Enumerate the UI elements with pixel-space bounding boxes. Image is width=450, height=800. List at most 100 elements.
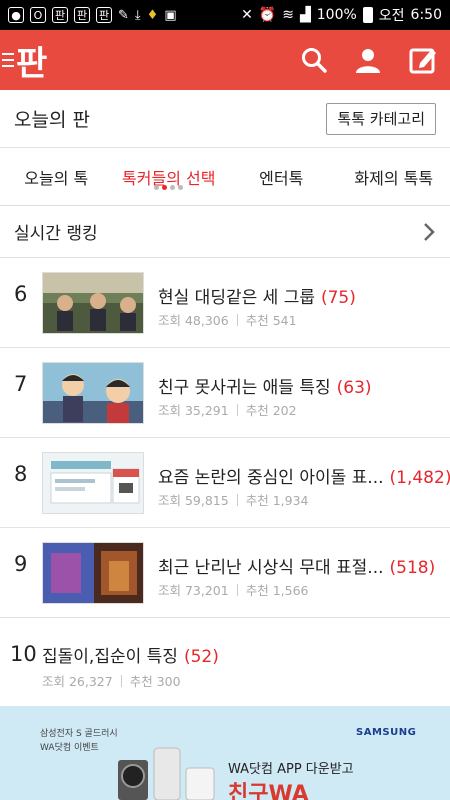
- app-logo: 판: [16, 43, 47, 84]
- system-icons: ✕ ⏰ ≋ ▟ 100% 오전 6:50: [241, 5, 442, 25]
- pan-icon: 판: [96, 7, 112, 23]
- recommend-count: 추천 541: [245, 313, 297, 328]
- pan-icon: 판: [74, 7, 90, 23]
- ad-banner[interactable]: 삼성전자 S 골드러시 WA닷컴 이벤트 SAMSUNG WA닷컴 APP 다운…: [0, 706, 450, 800]
- item-title-text: 집돌이,집순이 특징: [42, 647, 178, 667]
- view-count: 조회 73,201: [158, 583, 229, 598]
- item-title: 친구 못사귀는 애들 특징 (63): [158, 373, 372, 398]
- comment-count: (75): [320, 288, 356, 308]
- rank-number: 7: [14, 372, 28, 396]
- recommend-count: 추천 300: [129, 674, 181, 689]
- rank-number: 6: [14, 282, 28, 306]
- ribbon-icon: ♦: [146, 7, 159, 23]
- ad-title: 친구WA: [228, 782, 309, 800]
- page-dot: [154, 185, 160, 190]
- page-dot-active: [162, 185, 168, 190]
- compose-icon: [409, 48, 436, 74]
- item-title: 요즘 논란의 중심인 아이돌 표... (1,482): [158, 463, 450, 488]
- thumbnail-image: [42, 452, 144, 514]
- ranking-item[interactable]: 9 최근 난리난 시상식 무대 표절... (518) 조회 73,201 추천 1…: [0, 528, 450, 618]
- status-bar: ● O 판 판 판 ✎ ⤓ ♦ ▣ ✕ ⏰ ≋ ▟ 100% 오전 6:50: [0, 0, 450, 30]
- clock: 6:50: [410, 7, 442, 23]
- item-meta: 조회 73,201 추천 1,566: [158, 580, 308, 599]
- alarm-icon: ⏰: [258, 7, 277, 23]
- page-dot: [178, 185, 184, 190]
- ranking-title: 실시간 랭킹: [14, 224, 98, 244]
- comment-count: (63): [336, 378, 372, 398]
- o-icon: O: [30, 7, 46, 23]
- view-count: 조회 59,815: [158, 493, 229, 508]
- tab-label: 엔터톡: [259, 168, 304, 188]
- app-notification-icon: ●: [8, 7, 24, 23]
- product-image: [118, 747, 215, 800]
- search-button[interactable]: [300, 46, 328, 74]
- item-title: 집돌이,집순이 특징 (52): [42, 642, 219, 667]
- ranking-item[interactable]: 6 현실 대딩같은 세 그룹 (75) 조회 48,306 추천 541: [0, 258, 450, 348]
- item-meta: 조회 48,306 추천 541: [158, 310, 297, 329]
- menu-icon: [2, 53, 14, 67]
- ad-headline: WA닷컴 APP 다운받고: [228, 762, 354, 777]
- item-meta: 조회 35,291 추천 202: [158, 400, 297, 419]
- view-count: 조회 35,291: [158, 403, 229, 418]
- download-icon: ⤓: [134, 7, 141, 23]
- item-title: 최근 난리난 시상식 무대 표절... (518): [158, 553, 435, 578]
- battery-icon: [362, 7, 373, 23]
- item-title: 현실 대딩같은 세 그룹 (75): [158, 283, 356, 308]
- wifi-icon: ≋: [282, 7, 294, 23]
- tab-label: 화제의 톡톡: [354, 168, 434, 188]
- write-button[interactable]: [408, 45, 438, 75]
- image-icon: ▣: [164, 7, 177, 23]
- tab-today-talk[interactable]: 오늘의 톡: [0, 148, 113, 205]
- menu-logo-button[interactable]: 판: [0, 30, 47, 90]
- samsung-logo: SAMSUNG: [356, 727, 417, 738]
- page-indicator: [154, 185, 184, 190]
- recommend-count: 추천 1,566: [245, 583, 309, 598]
- mute-icon: ✕: [241, 7, 253, 23]
- recommend-count: 추천 1,934: [245, 493, 309, 508]
- comment-count: (1,482): [389, 468, 450, 488]
- item-meta: 조회 59,815 추천 1,934: [158, 490, 308, 509]
- talk-category-button[interactable]: 톡톡 카테고리: [326, 102, 436, 135]
- ranking-item[interactable]: 8 요즘 논란의 중심인 아이돌 표... (1,482) 조회 59,815 추천…: [0, 438, 450, 528]
- rank-number: 10: [10, 642, 37, 666]
- realtime-ranking-header[interactable]: 실시간 랭킹: [0, 206, 450, 258]
- ranking-item[interactable]: 10 집돌이,집순이 특징 (52) 조회 26,327 추천 300: [0, 618, 450, 706]
- tab-enter-talk[interactable]: 엔터톡: [225, 148, 338, 205]
- rank-number: 9: [14, 552, 28, 576]
- battery-percent: 100%: [316, 7, 357, 23]
- item-title-text: 현실 대딩같은 세 그룹: [158, 288, 315, 308]
- tab-bar: 오늘의 톡 톡커들의 선택 엔터톡 화제의 톡톡: [0, 148, 450, 206]
- today-header: 오늘의 판 톡톡 카테고리: [0, 90, 450, 148]
- ampm: 오전: [378, 8, 405, 24]
- pan-icon: 판: [52, 7, 68, 23]
- item-meta: 조회 26,327 추천 300: [42, 671, 181, 690]
- thumbnail-image: [42, 362, 144, 424]
- rank-number: 8: [14, 462, 28, 486]
- search-icon: [302, 48, 327, 73]
- tab-talkers-choice[interactable]: 톡커들의 선택: [113, 148, 226, 205]
- chevron-right-icon: [424, 222, 435, 241]
- page-dot: [170, 185, 176, 190]
- recommend-count: 추천 202: [245, 403, 297, 418]
- profile-button[interactable]: [354, 46, 382, 74]
- user-icon: [356, 49, 380, 73]
- tab-label: 오늘의 톡: [24, 168, 89, 188]
- thumbnail-image: [42, 272, 144, 334]
- comment-count: (52): [183, 647, 219, 667]
- item-title-text: 친구 못사귀는 애들 특징: [158, 378, 331, 398]
- comment-count: (518): [389, 558, 436, 578]
- ad-event: WA닷컴 이벤트: [40, 743, 99, 753]
- broom-icon: ✎: [118, 7, 129, 23]
- notification-icons: ● O 판 판 판 ✎ ⤓ ♦ ▣: [8, 7, 177, 23]
- today-title: 오늘의 판: [14, 109, 90, 131]
- view-count: 조회 26,327: [42, 674, 113, 689]
- app-bar: 판: [0, 30, 450, 90]
- ranking-item[interactable]: 7 친구 못사귀는 애들 특징 (63) 조회 35,291 추천 202: [0, 348, 450, 438]
- item-title-text: 최근 난리난 시상식 무대 표절...: [158, 558, 384, 578]
- view-count: 조회 48,306: [158, 313, 229, 328]
- signal-icon: ▟: [299, 7, 311, 23]
- ad-brand: 삼성전자 S 골드러시: [40, 729, 118, 739]
- thumbnail-image: [42, 542, 144, 604]
- item-title-text: 요즘 논란의 중심인 아이돌 표...: [158, 468, 384, 488]
- tab-hot-talk[interactable]: 화제의 톡톡: [338, 148, 450, 205]
